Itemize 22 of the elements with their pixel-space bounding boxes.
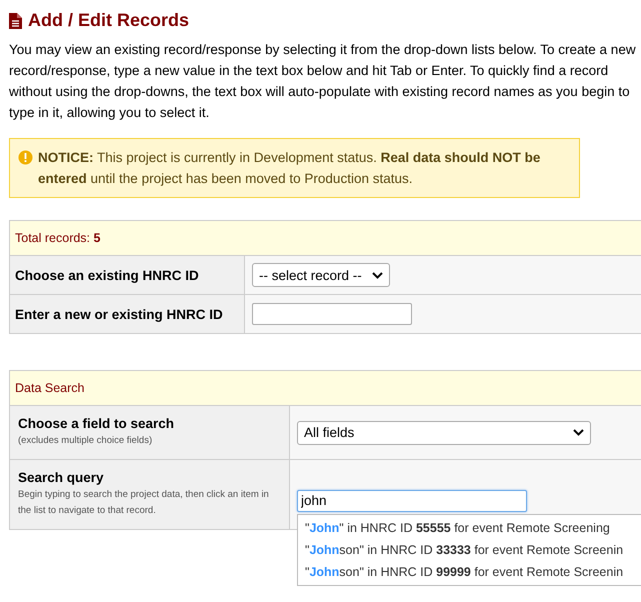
suggestion-item[interactable]: "Johnson" in HNRC ID 33333 for event Remote Screenin bbox=[298, 538, 641, 560]
suggestion-item[interactable]: "John" in HNRC ID 55555 for event Remote Screening bbox=[298, 516, 641, 538]
field-note: Begin typing to search the project data, then click an item in the list to navigate to that record. bbox=[18, 488, 270, 518]
page-title: Add / Edit Records bbox=[28, 10, 190, 31]
document-icon bbox=[9, 12, 22, 28]
text-input[interactable] bbox=[252, 303, 412, 325]
instructions-text: You may view an existing record/response by selecting it from the drop-down lists below. To create a new record/response, type a new value in the text box below and hit Tab or Enter. To quickly find a record without using the drop-downs, the text box will auto-populate with existing record names as you begin to type in it, allowing you to select it. bbox=[9, 41, 637, 122]
suggestion-item[interactable]: "Johnson" in HNRC ID 99999 for event Remote Screenin bbox=[298, 560, 641, 582]
table-header: Data Search bbox=[10, 371, 641, 406]
field-label: Choose a field to search bbox=[18, 416, 176, 431]
dropdown-select[interactable]: All fields bbox=[297, 420, 591, 444]
field-label: Search query bbox=[18, 470, 105, 485]
chevron-down-icon bbox=[573, 429, 584, 436]
field-label: Enter a new or existing HNRC ID bbox=[15, 306, 224, 322]
notice-text: NOTICE: This project is currently in Development status. Real data should NOT be entered until the project has been moved to Production status. bbox=[38, 149, 542, 188]
field-note: (excludes multiple choice fields) bbox=[18, 434, 154, 448]
field-label: Choose an existing HNRC ID bbox=[15, 268, 200, 282]
table-header: Total records: 5 bbox=[10, 221, 641, 256]
dropdown-select[interactable]: -- select record -- bbox=[252, 263, 390, 287]
search-input[interactable]: john bbox=[297, 490, 527, 512]
chevron-down-icon bbox=[372, 272, 383, 278]
warning-icon bbox=[18, 150, 33, 165]
